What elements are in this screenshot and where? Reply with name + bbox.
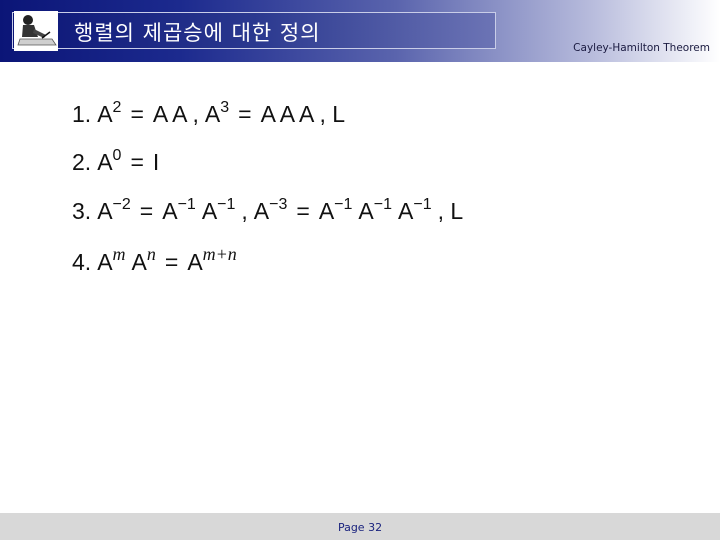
exponent: m+n bbox=[202, 244, 237, 264]
exponent: −1 bbox=[373, 196, 393, 213]
equals-sign: = bbox=[130, 101, 144, 127]
exponent: −1 bbox=[413, 196, 432, 213]
matrix-power: A−2 bbox=[97, 196, 131, 225]
matrix-power: A−1 bbox=[201, 196, 236, 225]
exponent: 3 bbox=[220, 99, 230, 116]
matrix-power: A−1 bbox=[398, 196, 432, 225]
matrix-power: A−1 bbox=[162, 196, 196, 225]
matrix-power: A3 bbox=[204, 99, 230, 128]
person-writing-icon bbox=[14, 11, 58, 51]
definition-line-4: 4. Am An = Am+n bbox=[72, 244, 237, 276]
exponent: 2 bbox=[112, 99, 122, 116]
matrix-power: An bbox=[131, 244, 156, 275]
matrix-power: A−3 bbox=[253, 196, 288, 225]
definition-number: 2. bbox=[72, 149, 92, 175]
exponent: 0 bbox=[112, 147, 122, 164]
exponent: −1 bbox=[217, 196, 236, 213]
exponent: m bbox=[112, 244, 126, 264]
equals-sign: = bbox=[139, 198, 154, 224]
exponent: n bbox=[146, 244, 156, 264]
definition-number: 3. bbox=[72, 198, 92, 224]
equals-sign: = bbox=[238, 101, 252, 127]
slide-subtitle: Cayley-Hamilton Theorem bbox=[573, 42, 710, 54]
definition-number: 1. bbox=[72, 101, 92, 127]
exponent: −3 bbox=[269, 196, 288, 213]
math-text: A A , bbox=[152, 101, 199, 127]
page-number: Page 32 bbox=[337, 521, 383, 534]
exponent: −1 bbox=[334, 196, 353, 213]
definition-line-3: 3. A−2 = A−1 A−1, A−3 = A−1 A−1 A−1, L bbox=[72, 196, 464, 225]
matrix-power: Am bbox=[97, 244, 126, 275]
math-text: , L bbox=[437, 198, 464, 224]
math-text: , bbox=[241, 198, 248, 224]
exponent: −2 bbox=[112, 196, 131, 213]
slide-title: 행렬의 제곱승에 대한 정의 bbox=[74, 21, 321, 45]
math-text: A A A , L bbox=[260, 101, 346, 127]
exponent: −1 bbox=[177, 196, 196, 213]
matrix-power: A−1 bbox=[318, 196, 353, 225]
equals-sign: = bbox=[164, 249, 179, 275]
matrix-power: A2 bbox=[97, 99, 122, 128]
definition-line-2: 2. A0 = I bbox=[72, 147, 160, 176]
definition-number: 4. bbox=[72, 249, 92, 275]
math-text: I bbox=[152, 149, 160, 175]
matrix-power: A0 bbox=[97, 147, 122, 176]
matrix-power: A−1 bbox=[358, 196, 393, 225]
equals-sign: = bbox=[130, 149, 144, 175]
equals-sign: = bbox=[296, 198, 310, 224]
definition-line-1: 1. A2 = A A , A3 = A A A , L bbox=[72, 99, 346, 128]
matrix-power: Am+n bbox=[187, 244, 237, 275]
